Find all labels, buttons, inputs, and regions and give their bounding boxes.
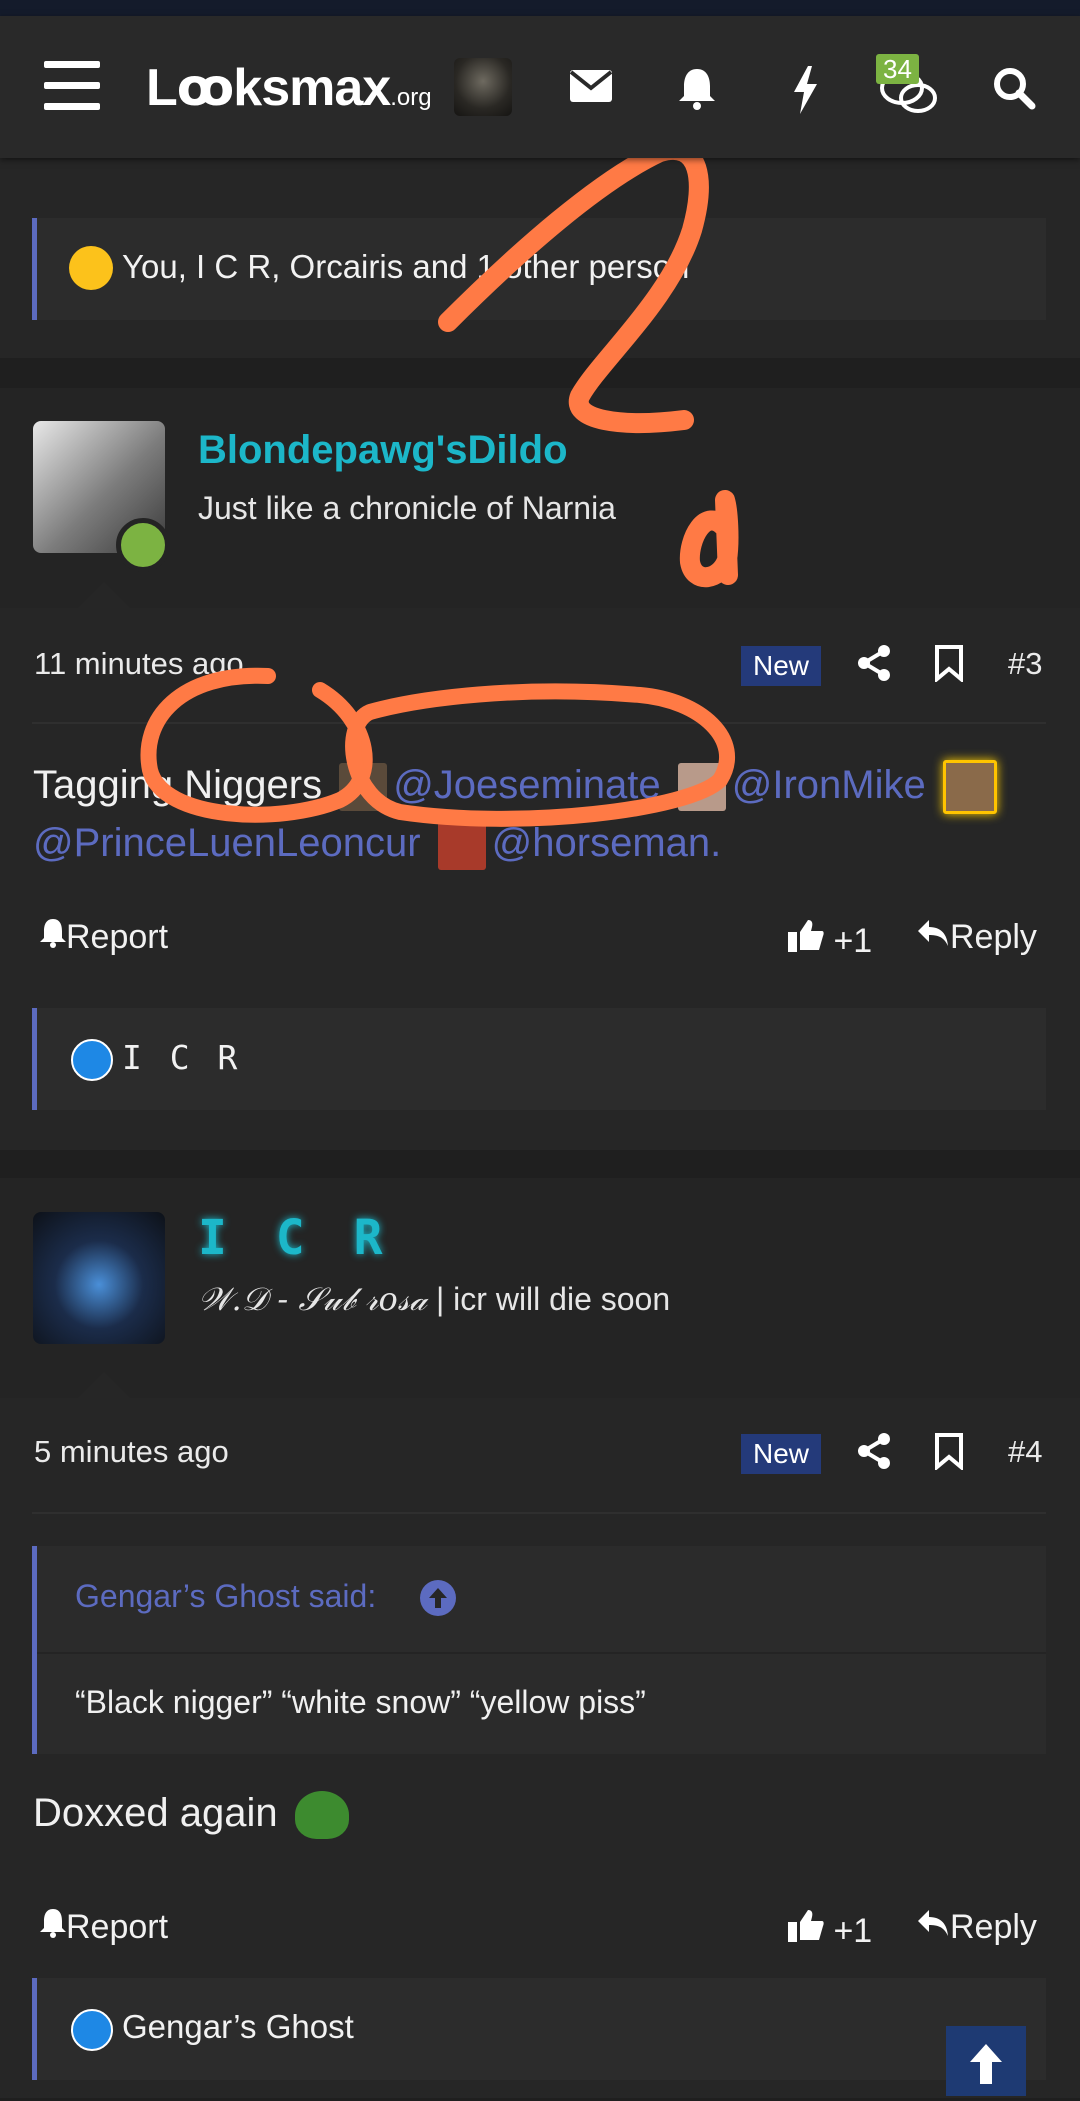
previous-post: You, I C R, Orcairis and 1 other person [0,158,1080,358]
post4-reactions[interactable]: Gengar’s Ghost [32,1978,1046,2080]
post3-user-title: Just like a chronicle of Narnia [198,490,616,526]
thumbs-up-icon [788,1910,824,1942]
post3-actions: Report +1 Reply [40,918,1050,968]
post3-time[interactable]: 11 minutes ago [34,646,244,682]
post4-body: Doxxed again [33,1784,1043,1842]
like-button[interactable]: +1 [788,1908,872,1951]
bookmark-icon[interactable] [934,1432,964,1470]
menu-icon[interactable] [44,61,100,111]
mention-link[interactable]: @Joeseminate [393,763,660,807]
site-header: Lꝏksmax.org 34 [0,16,1080,158]
post-4: 5 minutes ago New #4 Gengar’s Ghost said… [0,1372,1080,2098]
laugh-reaction-icon [69,246,113,290]
status-strip [0,0,1080,16]
share-icon[interactable] [856,1432,892,1470]
bell-icon[interactable] [676,66,718,110]
mention-link[interactable]: @horseman. [492,821,722,865]
search-icon[interactable] [992,66,1036,110]
online-indicator [116,518,170,572]
like-reaction-icon [71,1039,113,1081]
post3-new-badge: New [741,646,821,686]
user-avatar[interactable] [454,58,512,116]
post4-user-title: 𝒲.𝒟 - 𝒮𝓊𝒷 𝓇𝑜𝓈𝒶 | icr will die soon [198,1280,671,1318]
post3-divider [32,722,1046,724]
quote-block: Gengar’s Ghost said: “Black nigger” “whi… [32,1546,1046,1754]
post3-author: Blondepawg'sDildo Just like a chronicle … [0,388,1080,608]
post4-username[interactable]: I C R [198,1210,393,1266]
post4-time[interactable]: 5 minutes ago [34,1434,229,1470]
post3-reactions[interactable]: I C R [32,1008,1046,1110]
thumbs-up-icon [788,920,824,952]
bell-icon [40,919,66,948]
mention-link[interactable]: @PrinceLuenLeoncur [33,821,421,865]
post3-body: Tagging Niggers @Joeseminate @IronMike @… [33,756,1043,872]
post3-number[interactable]: #3 [1008,646,1042,682]
site-logo[interactable]: Lꝏksmax.org [146,58,432,118]
jump-to-quote-icon[interactable] [420,1580,456,1616]
report-button[interactable]: Report [40,918,168,957]
reply-icon [918,1910,948,1936]
post3-username[interactable]: Blondepawg'sDildo [198,428,568,473]
post4-new-badge: New [741,1434,821,1474]
mention-avatar [942,760,997,815]
pepe-emoji [294,1791,349,1840]
report-button[interactable]: Report [40,1908,168,1947]
post4-avatar[interactable] [33,1212,165,1344]
reaction-summary[interactable]: You, I C R, Orcairis and 1 other person [32,218,1046,320]
post4-divider [32,1512,1046,1514]
reply-button[interactable]: Reply [916,1908,1037,1947]
like-reaction-icon [71,2009,113,2051]
post4-arrow [78,1372,130,1398]
scroll-to-top-button[interactable] [946,2026,1026,2096]
quote-text: “Black nigger” “white snow” “yellow piss… [75,1684,646,1720]
reply-icon [918,920,948,946]
post4-actions: Report +1 Reply [40,1908,1050,1958]
arrow-up-icon [970,2044,1002,2084]
bell-icon [40,1909,66,1938]
lightning-icon[interactable] [790,66,820,114]
post3-arrow [78,582,130,608]
mention-avatar [437,821,486,870]
like-button[interactable]: +1 [788,918,872,961]
alerts-badge: 34 [876,54,919,84]
mention-link[interactable]: @IronMike [732,763,926,807]
mention-avatar [677,763,726,812]
post-3: 11 minutes ago New #3 Tagging Niggers @J… [0,582,1080,1150]
mention-avatar [339,763,388,812]
post4-author: I C R 𝒲.𝒟 - 𝒮𝓊𝒷 𝓇𝑜𝓈𝒶 | icr will die soon [0,1178,1080,1398]
share-icon[interactable] [856,644,892,682]
post4-number[interactable]: #4 [1008,1434,1042,1470]
mail-icon[interactable] [568,66,614,106]
reply-button[interactable]: Reply [916,918,1037,957]
bookmark-icon[interactable] [934,644,964,682]
quote-attribution[interactable]: Gengar’s Ghost said: [75,1578,376,1615]
